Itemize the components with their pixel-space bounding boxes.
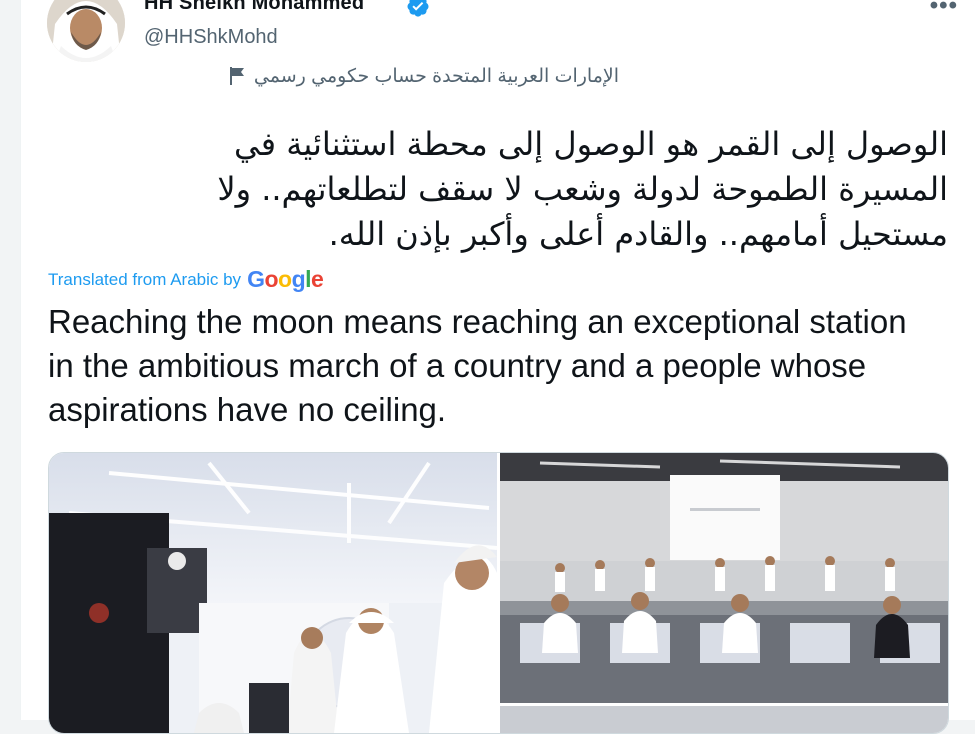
account-label-text: الإمارات العربية المتحدة حساب حكومي رسمي — [253, 65, 619, 87]
translated-from-label: Translated from Arabic by — [48, 269, 242, 289]
tweet-card: HH Sheikh Mohammed @HHShkMohd ••• الإمار… — [20, 0, 975, 734]
more-icon[interactable]: ••• — [930, 0, 958, 20]
handle[interactable]: @HHShkMohd — [144, 26, 278, 49]
photo-mission-control-closeup[interactable] — [49, 453, 497, 733]
media-grid — [48, 452, 949, 734]
display-name[interactable]: HH Sheikh Mohammed — [144, 0, 364, 15]
flag-icon — [229, 67, 244, 85]
google-logo: Google — [247, 266, 324, 292]
verified-badge-icon — [407, 0, 429, 17]
photo-control-room-wide[interactable] — [500, 453, 948, 703]
tweet-text-arabic: الوصول إلى القمر هو الوصول إلى محطة استث… — [217, 125, 948, 253]
tweet-text-english: Reaching the moon means reaching an exce… — [48, 303, 907, 428]
translation-attribution[interactable]: Translated from Arabic by Google — [48, 266, 324, 293]
avatar[interactable] — [47, 0, 125, 62]
account-label: الإمارات العربية المتحدة حساب حكومي رسمي — [144, 62, 619, 90]
